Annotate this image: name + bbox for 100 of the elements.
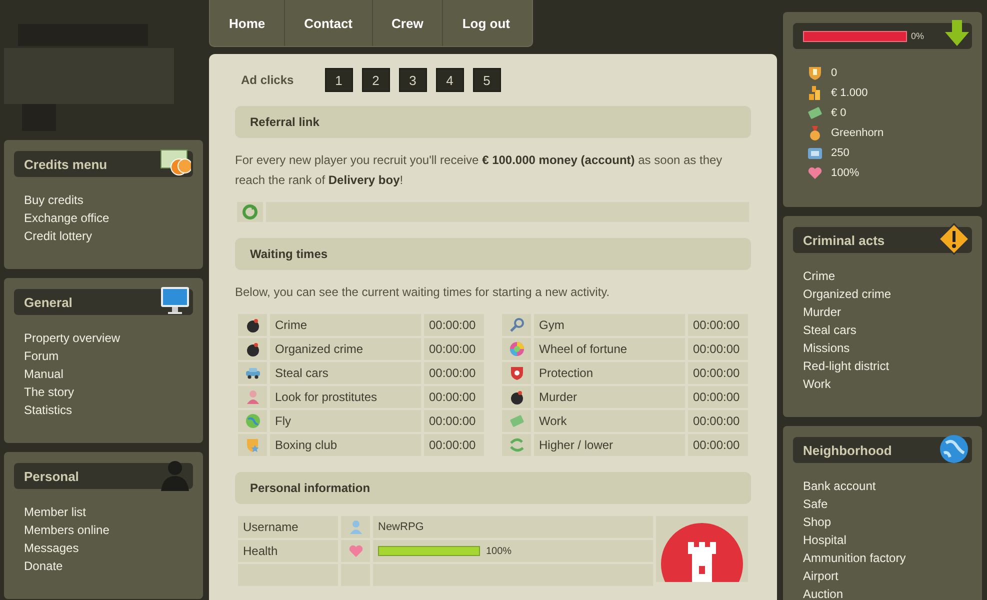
menu-link[interactable]: Crime [803, 267, 835, 285]
menu-link[interactable]: Property overview [24, 329, 120, 347]
menu-link[interactable]: Credit lottery [24, 227, 92, 245]
user-icon [348, 519, 364, 535]
menu-link[interactable]: Manual [24, 365, 64, 383]
bomb-icon [244, 341, 260, 357]
table-cell: Wheel of fortune [534, 338, 685, 360]
panel-title: Personal [24, 468, 79, 484]
stat-value: € 0 [831, 107, 846, 119]
nav-link[interactable]: Contact [285, 0, 373, 46]
menu-link[interactable]: Airport [803, 567, 838, 585]
menu-link[interactable]: Red-light district [803, 357, 890, 375]
menu-link[interactable]: Messages [24, 539, 79, 557]
menu-link[interactable]: Work [803, 375, 831, 393]
heart-icon [348, 543, 364, 559]
table-cell: Look for prostitutes [270, 386, 421, 408]
menu-link[interactable]: Auction [803, 585, 844, 600]
table-cell: Work [534, 410, 685, 432]
tower-logo-icon [660, 522, 744, 582]
menu-link[interactable]: Bank account [803, 477, 876, 495]
banknote-icon [508, 413, 524, 429]
table-cell: Organized crime [270, 338, 421, 360]
menu-link[interactable]: Shop [803, 513, 832, 531]
menu-link[interactable]: Exchange office [24, 209, 110, 227]
shield-star-icon [244, 437, 260, 453]
refresh-icon [242, 204, 258, 220]
table-cell: 00:00:00 [424, 410, 484, 432]
section-title: Waiting times [250, 247, 328, 261]
crest-icon [508, 365, 524, 381]
menu-link[interactable]: The story [24, 383, 74, 401]
menu-link[interactable]: Statistics [24, 401, 72, 419]
table-cell: Gym [534, 314, 685, 336]
panel-title: Neighborhood [803, 442, 892, 458]
bomb-icon [508, 389, 524, 405]
nav-link[interactable]: Log out [443, 0, 532, 46]
menu-link[interactable]: Safe [803, 495, 828, 513]
color-wheel-icon [508, 341, 524, 357]
bomb-icon [244, 317, 260, 333]
menu-link[interactable]: Member list [24, 503, 86, 521]
menu-link[interactable]: Buy credits [24, 191, 84, 209]
globe-icon [244, 413, 260, 429]
panel-title: Credits menu [24, 156, 108, 172]
table-cell: Fly [270, 410, 421, 432]
menu-link[interactable]: Hospital [803, 531, 846, 549]
section-title: Personal information [250, 481, 370, 495]
ad-click-button[interactable]: 4 [436, 68, 464, 92]
ad-clicks-label: Ad clicks [241, 73, 294, 87]
panel-title: General [24, 294, 72, 310]
menu-link[interactable]: Donate [24, 557, 63, 575]
experience-reading: 0% [911, 31, 924, 41]
heart-icon [807, 165, 823, 181]
table-cell: 00:00:00 [424, 362, 484, 384]
stat-value: € 1.000 [831, 87, 868, 99]
menu-link[interactable]: Murder [803, 303, 842, 321]
table-cell: Health [238, 540, 338, 562]
intro-text: Below, you can see the current waiting times for starting a new activity. [235, 284, 611, 301]
coins-icon [807, 85, 823, 101]
table-cell: 00:00:00 [424, 314, 484, 336]
table-cell: 00:00:00 [688, 386, 748, 408]
ad-click-button[interactable]: 2 [362, 68, 390, 92]
table-cell: 00:00:00 [688, 410, 748, 432]
ad-click-button[interactable]: 3 [398, 68, 427, 92]
woman-icon [244, 389, 260, 405]
table-cell: Higher / lower [534, 434, 685, 456]
stat-value: 100% [831, 167, 860, 179]
stat-value: 0 [831, 67, 838, 79]
table-cell: Murder [534, 386, 685, 408]
table-cell: Username [238, 516, 338, 538]
car-icon [244, 365, 260, 381]
menu-link[interactable]: Forum [24, 347, 59, 365]
magnifier-icon [508, 317, 524, 333]
referral-text: For every new player you recruit you'll receive € 100.000 money (account) as soon as they reach the rank of Delivery boy! [235, 152, 724, 189]
stat-value: Greenhorn [831, 127, 884, 139]
table-cell: 00:00:00 [688, 434, 748, 456]
telephone-icon [807, 145, 823, 161]
table-cell: 00:00:00 [688, 314, 748, 336]
nav-link[interactable]: Home [210, 0, 286, 46]
table-cell: Steal cars [270, 362, 421, 384]
arrows-icon [508, 437, 524, 453]
ad-click-button[interactable]: 1 [324, 68, 353, 92]
table-cell: 00:00:00 [424, 338, 484, 360]
table-cell: Boxing club [270, 434, 421, 456]
panel-title: Criminal acts [803, 232, 885, 248]
table-cell: 00:00:00 [424, 386, 484, 408]
menu-link[interactable]: Steal cars [803, 321, 856, 339]
menu-link[interactable]: Members online [24, 521, 110, 539]
table-cell: 00:00:00 [424, 434, 484, 456]
shield-icon [807, 65, 823, 81]
menu-link[interactable]: Missions [803, 339, 850, 357]
ad-click-button[interactable]: 5 [472, 68, 501, 92]
menu-link[interactable]: Organized crime [803, 285, 892, 303]
nav-link[interactable]: Crew [372, 0, 444, 46]
medal-icon [807, 125, 823, 141]
table-cell: 00:00:00 [688, 338, 748, 360]
section-title: Referral link [250, 115, 320, 129]
menu-link[interactable]: Ammunition factory [803, 549, 906, 567]
table-cell: NewRPG [378, 521, 424, 533]
stat-value: 250 [831, 147, 850, 159]
health-reading: 100% [486, 546, 512, 556]
table-cell: Crime [270, 314, 421, 336]
